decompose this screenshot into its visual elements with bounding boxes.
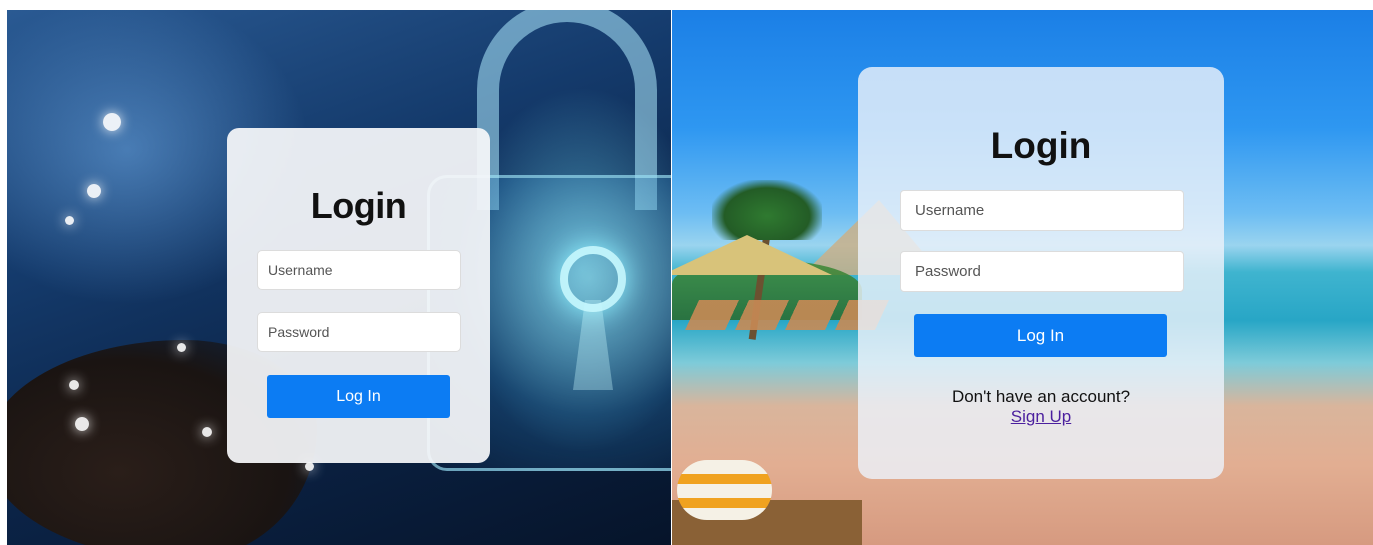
username-input[interactable] — [257, 250, 461, 290]
password-input[interactable] — [900, 251, 1184, 292]
network-node-icon — [103, 113, 121, 131]
network-node-icon — [65, 216, 74, 225]
signup-link[interactable]: Sign Up — [858, 407, 1224, 427]
umbrella-graphic — [672, 235, 832, 275]
palm-trunk-graphic — [748, 220, 773, 340]
network-node-icon — [305, 462, 314, 471]
lock-shackle-graphic — [477, 10, 657, 210]
network-node-icon — [75, 417, 89, 431]
login-card: Login Log In — [227, 128, 490, 463]
username-input[interactable] — [900, 190, 1184, 231]
towel-graphic — [677, 460, 772, 520]
password-input[interactable] — [257, 312, 461, 352]
greenery-graphic — [672, 260, 862, 320]
login-title: Login — [990, 125, 1092, 166]
login-screen-tech: Login Log In — [7, 10, 671, 545]
keyhole-icon — [560, 246, 626, 312]
login-screen-beach: Login Log In Don't have an account? Sign… — [672, 10, 1373, 545]
network-node-icon — [177, 343, 186, 352]
keyhole-stem-graphic — [573, 300, 613, 390]
palm-tree-icon — [712, 180, 822, 240]
deck-graphic — [672, 500, 862, 545]
network-node-icon — [202, 427, 212, 437]
network-node-icon — [69, 380, 79, 390]
login-button[interactable]: Log In — [267, 375, 450, 418]
login-title: Login — [310, 185, 407, 226]
login-button[interactable]: Log In — [914, 314, 1167, 357]
login-card: Login Log In Don't have an account? Sign… — [858, 67, 1224, 479]
network-node-icon — [87, 184, 101, 198]
signup-prompt: Don't have an account? — [951, 387, 1131, 406]
